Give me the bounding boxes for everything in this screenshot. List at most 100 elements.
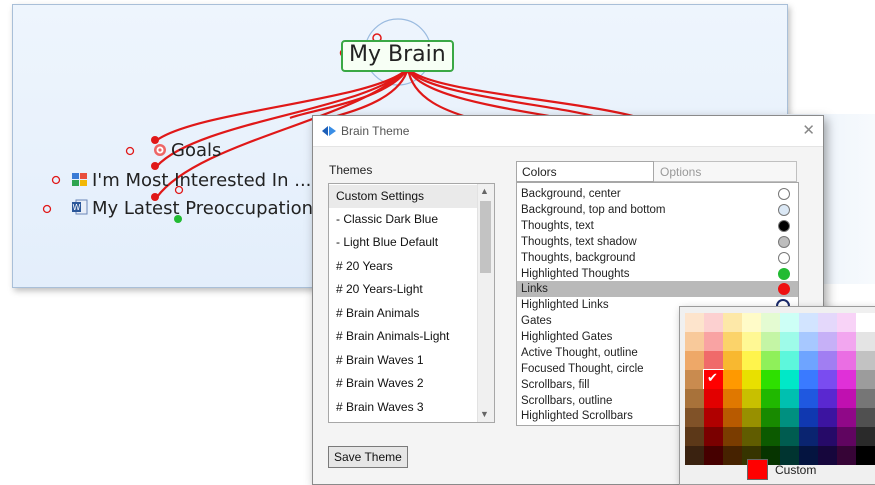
color-grid-cell[interactable] <box>837 370 856 389</box>
color-grid-cell[interactable] <box>818 351 837 370</box>
color-grid-cell[interactable] <box>780 351 799 370</box>
color-grid-cell[interactable] <box>799 427 818 446</box>
custom-color-swatch[interactable] <box>747 459 768 480</box>
color-row-links[interactable]: Links <box>517 281 798 297</box>
color-grid-cell[interactable] <box>685 446 704 465</box>
color-grid-cell[interactable] <box>780 408 799 427</box>
color-grid-cell[interactable] <box>761 408 780 427</box>
theme-item-brain-waves-2[interactable]: # Brain Waves 2 <box>329 372 477 395</box>
color-grid-cell[interactable] <box>685 389 704 408</box>
theme-item-brain-animals[interactable]: # Brain Animals <box>329 302 477 325</box>
color-grid-cell[interactable] <box>799 351 818 370</box>
color-grid-cell[interactable] <box>780 370 799 389</box>
thought-goals[interactable]: Goals <box>153 140 221 162</box>
color-grid-cell[interactable] <box>818 332 837 351</box>
color-row-background-center[interactable]: Background, center <box>517 186 798 202</box>
color-grid-cell[interactable] <box>856 427 875 446</box>
color-swatch[interactable] <box>778 268 790 280</box>
color-grid-cell[interactable] <box>723 332 742 351</box>
color-grid-cell[interactable] <box>818 389 837 408</box>
color-grid-cell[interactable] <box>761 370 780 389</box>
color-grid-cell[interactable] <box>837 446 856 465</box>
themes-scrollbar-thumb[interactable] <box>480 201 491 273</box>
color-swatch[interactable] <box>778 236 790 248</box>
color-grid-cell[interactable] <box>723 370 742 389</box>
color-grid-cell[interactable] <box>685 332 704 351</box>
color-grid-cell[interactable] <box>780 427 799 446</box>
color-grid-cell[interactable] <box>704 408 723 427</box>
scroll-down-icon[interactable]: ▼ <box>480 409 489 419</box>
theme-item-classic-dark-blue[interactable]: - Classic Dark Blue <box>329 208 477 231</box>
color-grid-cell[interactable] <box>856 389 875 408</box>
color-grid-cell[interactable] <box>685 408 704 427</box>
color-grid-cell[interactable] <box>704 332 723 351</box>
color-grid-cell[interactable] <box>761 351 780 370</box>
theme-item-light-blue-default[interactable]: - Light Blue Default <box>329 231 477 254</box>
color-grid-cell[interactable] <box>856 370 875 389</box>
color-grid-cell[interactable] <box>704 351 723 370</box>
color-grid-cell[interactable] <box>742 408 761 427</box>
color-grid-cell[interactable] <box>799 313 818 332</box>
color-grid-cell[interactable] <box>742 313 761 332</box>
color-grid-cell[interactable] <box>723 408 742 427</box>
color-grid-cell[interactable] <box>704 446 723 465</box>
theme-item-brain-waves-3[interactable]: # Brain Waves 3 <box>329 396 477 419</box>
themes-scrollbar[interactable]: ▲ ▼ <box>477 184 494 422</box>
color-grid-cell[interactable] <box>818 370 837 389</box>
color-grid-cell[interactable] <box>780 389 799 408</box>
color-grid-cell[interactable] <box>742 332 761 351</box>
theme-item-custom-settings[interactable]: Custom Settings <box>329 185 477 208</box>
color-swatch[interactable] <box>778 283 790 295</box>
color-row-highlighted-thoughts[interactable]: Highlighted Thoughts <box>517 266 798 282</box>
color-swatch[interactable] <box>778 204 790 216</box>
color-grid-cell[interactable] <box>818 446 837 465</box>
color-swatch[interactable] <box>778 220 790 232</box>
latest-jump-gate[interactable] <box>42 204 52 214</box>
color-grid-cell[interactable] <box>761 389 780 408</box>
theme-item-20-years-light[interactable]: # 20 Years-Light <box>329 278 477 301</box>
color-swatch[interactable] <box>778 252 790 264</box>
color-grid-cell[interactable] <box>856 446 875 465</box>
save-theme-button[interactable]: Save Theme <box>328 446 408 468</box>
color-grid-cell[interactable] <box>780 332 799 351</box>
color-grid-cell[interactable] <box>799 370 818 389</box>
color-row-thoughts-text-shadow[interactable]: Thoughts, text shadow <box>517 234 798 250</box>
color-grid-cell[interactable] <box>704 313 723 332</box>
color-grid-cell[interactable] <box>723 427 742 446</box>
tab-options[interactable]: Options <box>654 161 797 182</box>
color-grid-cell[interactable] <box>818 427 837 446</box>
color-row-thoughts-text[interactable]: Thoughts, text <box>517 218 798 234</box>
theme-item-brain-animals-light[interactable]: # Brain Animals-Light <box>329 325 477 348</box>
color-grid-cell[interactable] <box>742 351 761 370</box>
interested-gate[interactable] <box>151 162 159 170</box>
central-thought[interactable]: My Brain <box>341 40 454 72</box>
dialog-titlebar[interactable]: Brain Theme ✕ <box>313 116 823 147</box>
color-grid-cell[interactable] <box>856 332 875 351</box>
color-grid-cell[interactable] <box>856 408 875 427</box>
color-grid-cell[interactable] <box>837 389 856 408</box>
scroll-up-icon[interactable]: ▲ <box>480 186 489 196</box>
color-grid-cell[interactable] <box>742 370 761 389</box>
color-swatch[interactable] <box>778 188 790 200</box>
color-grid-cell[interactable]: ✔ <box>703 369 724 390</box>
color-grid-cell[interactable] <box>723 389 742 408</box>
color-grid-cell[interactable] <box>723 351 742 370</box>
color-grid-cell[interactable] <box>818 313 837 332</box>
color-grid-cell[interactable] <box>837 351 856 370</box>
color-row-thoughts-background[interactable]: Thoughts, background <box>517 250 798 266</box>
color-grid-cell[interactable] <box>856 351 875 370</box>
color-grid-cell[interactable] <box>780 313 799 332</box>
goals-jump-gate[interactable] <box>125 146 135 156</box>
color-grid-cell[interactable] <box>799 408 818 427</box>
color-grid-cell[interactable] <box>837 408 856 427</box>
color-grid-cell[interactable] <box>704 389 723 408</box>
color-grid-cell[interactable] <box>742 389 761 408</box>
themes-list[interactable]: Custom Settings - Classic Dark Blue - Li… <box>328 183 495 423</box>
color-grid-cell[interactable] <box>704 427 723 446</box>
theme-item-20-years[interactable]: # 20 Years <box>329 255 477 278</box>
color-row-background-top-bottom[interactable]: Background, top and bottom <box>517 202 798 218</box>
color-grid-cell[interactable] <box>818 408 837 427</box>
close-icon[interactable]: ✕ <box>802 121 815 139</box>
color-grid-cell[interactable] <box>856 313 875 332</box>
thought-latest[interactable]: W My Latest Preoccupations <box>72 198 322 220</box>
